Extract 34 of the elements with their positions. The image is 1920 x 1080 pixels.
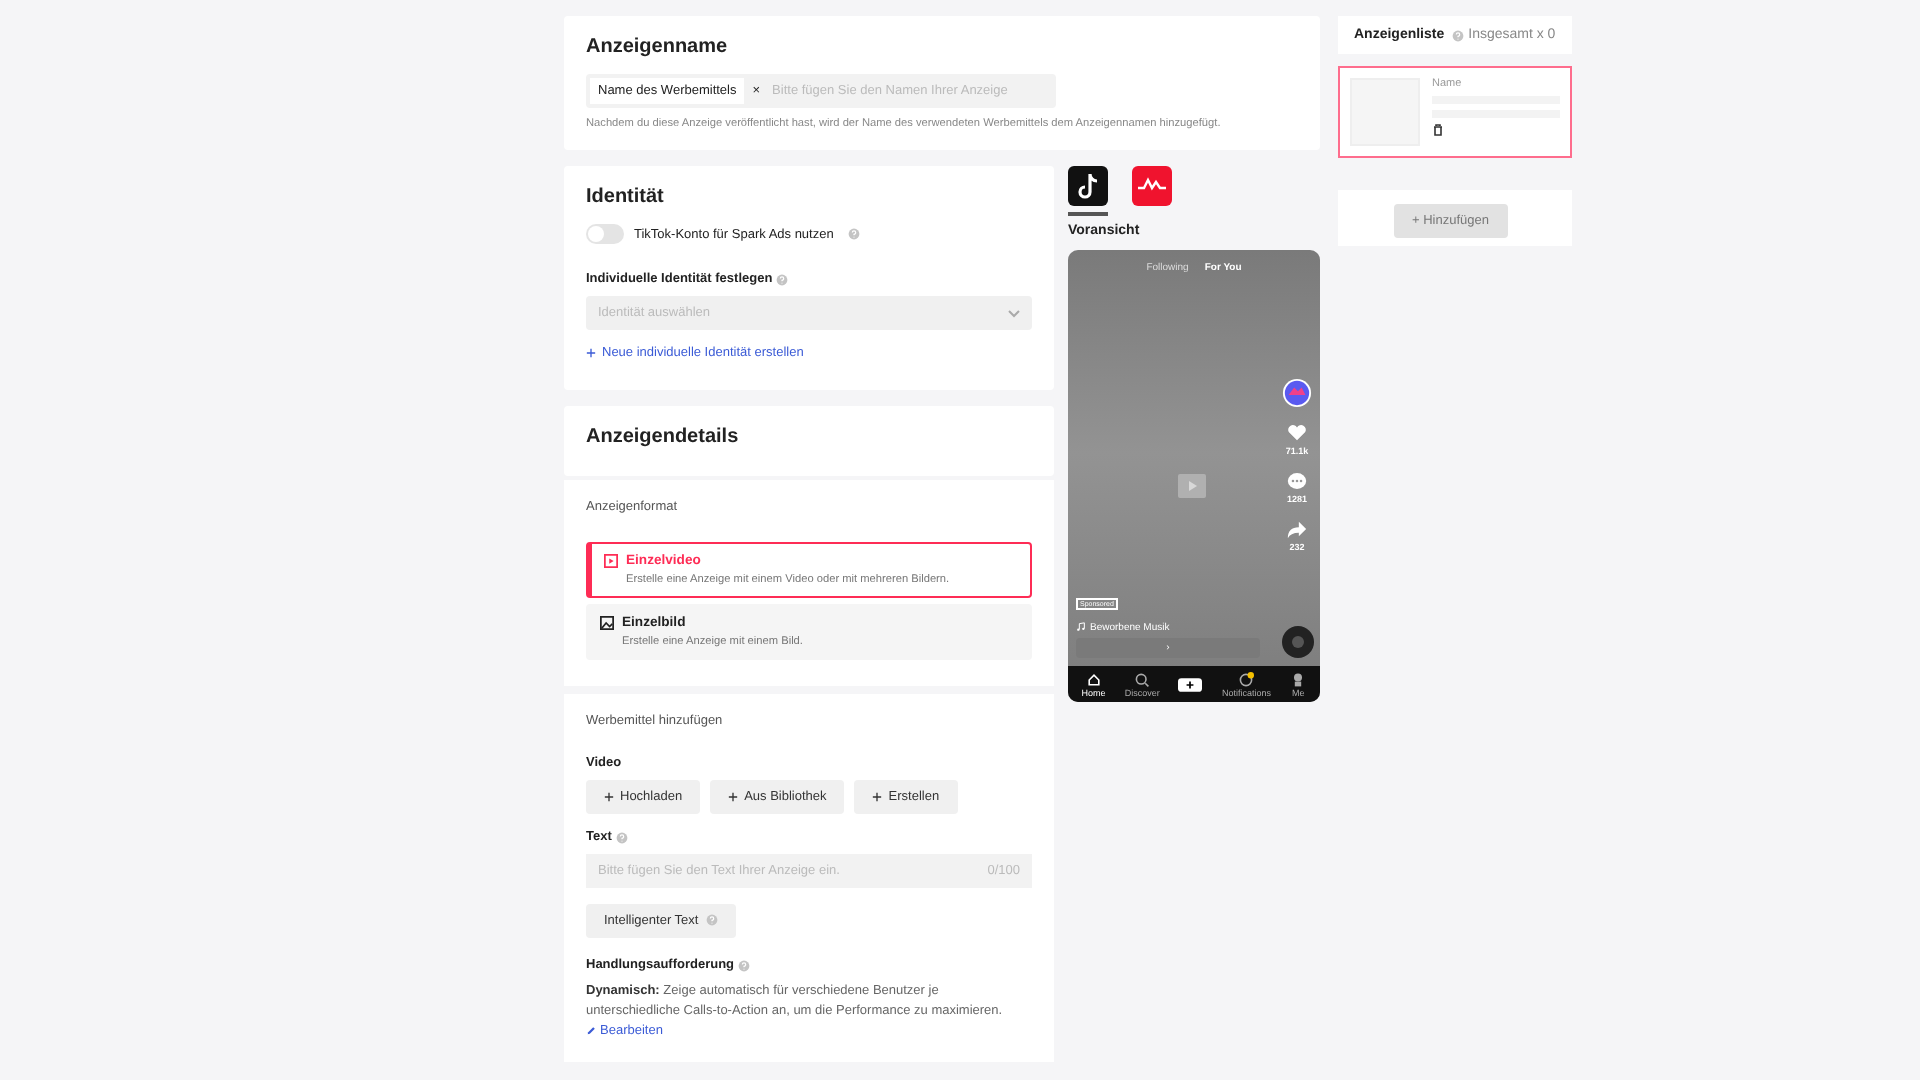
- section-title: Identität: [586, 186, 666, 208]
- plus-icon: [604, 791, 614, 802]
- message-icon: [1238, 672, 1255, 688]
- comment-icon[interactable]: [1286, 470, 1308, 492]
- help-icon: [1452, 29, 1465, 41]
- toggle-switch[interactable]: [586, 224, 624, 244]
- help-icon: [615, 831, 628, 843]
- trash-icon[interactable]: [1432, 124, 1444, 136]
- section-title: Anzeigenname: [586, 36, 730, 58]
- plus-icon: [872, 791, 883, 802]
- create-icon[interactable]: [1178, 676, 1203, 694]
- plus-icon: [728, 791, 739, 802]
- heart-icon[interactable]: [1285, 422, 1308, 444]
- pencil-icon: [586, 1025, 596, 1036]
- help-icon: [738, 959, 751, 971]
- chevron-icon: [1008, 309, 1020, 317]
- section-title: Anzeigendetails: [586, 426, 741, 448]
- share-icon[interactable]: [1286, 518, 1308, 540]
- image-icon: [600, 616, 614, 630]
- search-icon: [1134, 672, 1151, 688]
- help-icon: [847, 228, 860, 240]
- plus-icon: [586, 347, 596, 358]
- person-icon: [1290, 672, 1307, 688]
- avatar-icon: [1282, 378, 1312, 408]
- help-icon: [776, 273, 789, 285]
- video-icon: [604, 554, 618, 568]
- help-icon: [706, 914, 719, 927]
- note-logo-icon: [1068, 166, 1108, 206]
- video-placeholder-icon: [1178, 474, 1206, 498]
- disc-icon: [1282, 626, 1314, 658]
- home-icon: [1085, 672, 1102, 688]
- wave-logo-icon: [1132, 166, 1172, 206]
- music-note-icon: [1076, 622, 1086, 633]
- platform-tab[interactable]: [1068, 166, 1108, 216]
